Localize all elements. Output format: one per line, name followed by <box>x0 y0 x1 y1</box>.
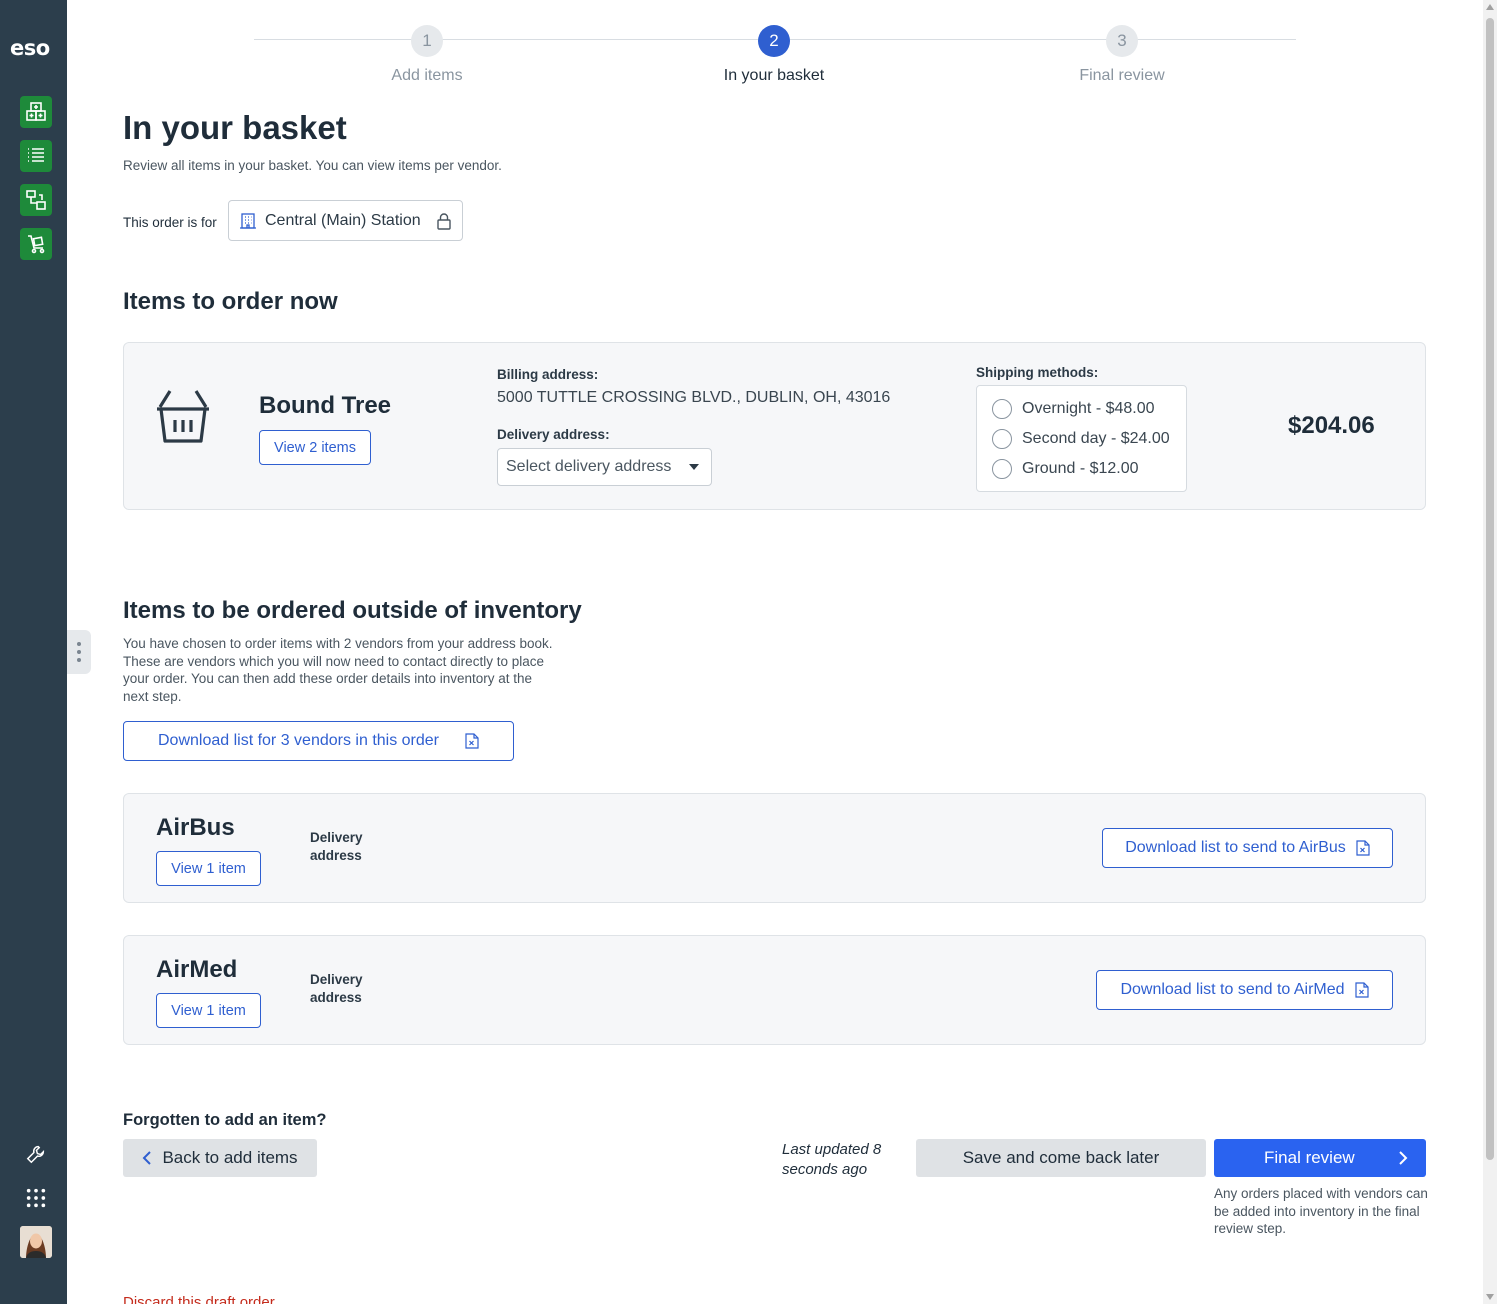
vendor-card-airmed: AirMed View 1 item Delivery address Down… <box>123 935 1426 1045</box>
drawer-handle[interactable] <box>67 630 91 674</box>
chevron-down-icon <box>689 464 699 470</box>
step-number: 2 <box>758 25 790 57</box>
shipping-option-ground[interactable]: Ground - $12.00 <box>992 454 1171 484</box>
step-final-review[interactable]: 3 Final review <box>1022 25 1222 85</box>
final-review-note: Any orders placed with vendors can be ad… <box>1214 1186 1428 1236</box>
wrench-icon[interactable] <box>22 1140 50 1168</box>
excel-file-icon <box>465 733 479 749</box>
shipping-methods-label: Shipping methods: <box>976 365 1099 380</box>
final-review-label: Final review <box>1264 1148 1355 1167</box>
step-in-your-basket[interactable]: 2 In your basket <box>674 25 874 85</box>
scroll-thumb[interactable] <box>1486 18 1494 1160</box>
back-to-add-items-button[interactable]: Back to add items <box>123 1139 317 1177</box>
save-button-label: Save and come back later <box>962 1148 1160 1167</box>
lock-icon <box>437 212 451 230</box>
basket-icon <box>157 390 209 443</box>
radio-button[interactable] <box>992 399 1012 419</box>
chevron-right-icon <box>1399 1151 1408 1165</box>
vendor-card-bound-tree: Bound Tree View 2 items Billing address:… <box>123 342 1426 510</box>
apps-grid-icon[interactable] <box>22 1184 50 1212</box>
excel-file-icon <box>1356 840 1370 856</box>
cart-icon[interactable] <box>20 228 52 260</box>
scroll-up-icon[interactable] <box>1486 4 1494 10</box>
view-items-button[interactable]: View 2 items <box>259 430 371 465</box>
scroll-down-icon[interactable] <box>1486 1294 1494 1300</box>
final-review-button[interactable]: Final review <box>1214 1139 1426 1177</box>
section-heading-order-now: Items to order now <box>123 288 338 315</box>
shipping-option-label: Overnight - $48.00 <box>1022 400 1155 417</box>
radio-button[interactable] <box>992 459 1012 479</box>
step-label: Add items <box>391 67 463 84</box>
sidebar: eso <box>0 0 67 1304</box>
shipping-methods-group: Overnight - $48.00 Second day - $24.00 G… <box>976 385 1187 492</box>
transfer-icon[interactable] <box>20 184 52 216</box>
delivery-address-select[interactable]: Select delivery address <box>497 448 712 486</box>
station-field: Central (Main) Station <box>228 200 463 241</box>
back-button-label: Back to add items <box>162 1148 298 1167</box>
step-label: In your basket <box>723 67 825 84</box>
billing-address-label: Billing address: <box>497 367 599 382</box>
shipping-option-label: Second day - $24.00 <box>1022 430 1170 447</box>
discard-draft-link[interactable]: Discard this draft order <box>123 1294 275 1304</box>
page-subtitle: Review all items in your basket. You can… <box>123 158 502 173</box>
excel-file-icon <box>1354 982 1369 998</box>
order-total: $204.06 <box>1288 412 1375 439</box>
vendor-name: AirBus <box>156 814 235 841</box>
save-and-come-back-button[interactable]: Save and come back later <box>916 1139 1206 1177</box>
station-name: Central (Main) Station <box>265 211 421 229</box>
shipping-option-label: Ground - $12.00 <box>1022 460 1139 477</box>
shipping-option-second-day[interactable]: Second day - $24.00 <box>992 424 1171 454</box>
list-icon[interactable] <box>20 140 52 172</box>
outside-description: You have chosen to order items with 2 ve… <box>123 636 553 704</box>
forgot-item-heading: Forgotten to add an item? <box>123 1111 327 1129</box>
download-label: Download list to send to AirMed <box>1120 981 1345 998</box>
scrollbar[interactable] <box>1483 0 1497 1304</box>
view-items-button[interactable]: View 1 item <box>156 993 261 1028</box>
step-add-items[interactable]: 1 Add items <box>327 25 527 85</box>
delivery-address-label: Delivery address <box>310 972 363 1005</box>
view-items-button[interactable]: View 1 item <box>156 851 261 886</box>
user-avatar[interactable] <box>20 1226 52 1258</box>
section-heading-outside-inventory: Items to be ordered outside of inventory <box>123 597 582 624</box>
download-airmed-list-button[interactable]: Download list to send to AirMed <box>1096 970 1393 1010</box>
eso-logo: eso <box>10 36 50 60</box>
delivery-address-label: Delivery address <box>310 830 363 863</box>
download-all-label: Download list for 3 vendors in this orde… <box>157 732 440 749</box>
vendor-name: Bound Tree <box>259 392 392 419</box>
step-number: 1 <box>411 25 443 57</box>
billing-address: 5000 TUTTLE CROSSING BLVD., DUBLIN, OH, … <box>497 389 891 406</box>
order-for-label: This order is for <box>123 215 217 230</box>
vendor-name: AirMed <box>156 956 238 983</box>
chevron-left-icon <box>143 1151 152 1165</box>
download-label: Download list to send to AirBus <box>1125 839 1346 856</box>
step-number: 3 <box>1106 25 1138 57</box>
page-title: In your basket <box>123 109 347 146</box>
step-label: Final review <box>1079 67 1165 84</box>
building-icon <box>240 212 256 229</box>
shipping-option-overnight[interactable]: Overnight - $48.00 <box>992 394 1171 424</box>
delivery-address-placeholder: Select delivery address <box>506 458 672 475</box>
last-updated-text: Last updated 8 seconds ago <box>782 1141 882 1178</box>
radio-button[interactable] <box>992 429 1012 449</box>
delivery-address-label: Delivery address: <box>497 427 610 442</box>
inventory-grid-icon[interactable] <box>20 96 52 128</box>
download-airbus-list-button[interactable]: Download list to send to AirBus <box>1102 828 1393 868</box>
download-all-vendors-button[interactable]: Download list for 3 vendors in this orde… <box>123 721 514 761</box>
vendor-card-airbus: AirBus View 1 item Delivery address Down… <box>123 793 1426 903</box>
